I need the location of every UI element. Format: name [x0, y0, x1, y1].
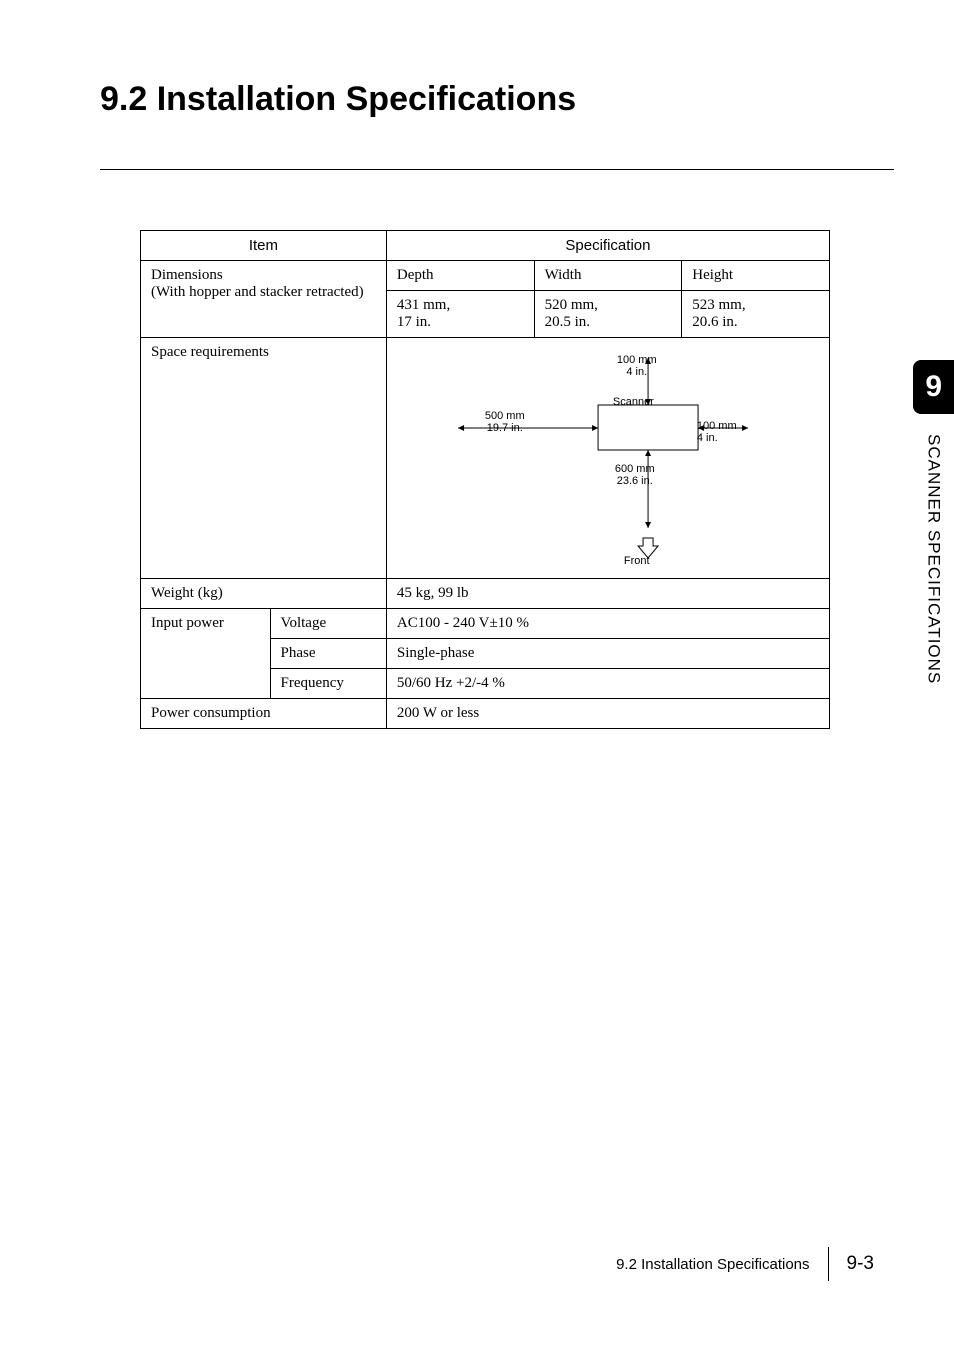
diag-front: Front	[624, 555, 650, 567]
diag-top: 100 mm 4 in.	[617, 354, 657, 378]
voltage-value: AC100 - 240 V±10 %	[386, 609, 829, 639]
phase-label: Phase	[270, 639, 386, 669]
dim-height-h: Height	[682, 261, 830, 291]
footer-separator	[828, 1247, 829, 1281]
col-item: Item	[141, 231, 387, 261]
dim-depth-h: Depth	[386, 261, 534, 291]
horizontal-rule	[100, 169, 894, 170]
dim-width: 520 mm, 20.5 in.	[534, 291, 682, 338]
diag-left: 500 mm 19.7 in.	[485, 410, 525, 434]
inputpower-label: Input power	[141, 609, 271, 699]
footer-section: 9.2 Installation Specifications	[616, 1256, 809, 1273]
chapter-tab: 9	[913, 360, 954, 414]
footer-page: 9-3	[847, 1253, 874, 1275]
col-spec: Specification	[386, 231, 829, 261]
spec-table: Item Specification Dimensions (With hopp…	[140, 230, 830, 729]
powercons-label: Power consumption	[141, 699, 387, 729]
voltage-label: Voltage	[270, 609, 386, 639]
page-footer: 9.2 Installation Specifications 9-3	[616, 1247, 874, 1281]
space-label: Space requirements	[141, 338, 387, 579]
diag-scanner: Scanner	[613, 396, 654, 408]
diag-bottom: 600 mm 23.6 in.	[615, 463, 655, 487]
section-title: 9.2 Installation Specifications	[100, 80, 894, 119]
freq-label: Frequency	[270, 669, 386, 699]
dim-height: 523 mm, 20.6 in.	[682, 291, 830, 338]
sidebar: 9 SCANNER SPECIFICATIONS	[913, 360, 954, 684]
sidebar-title: SCANNER SPECIFICATIONS	[924, 434, 944, 684]
weight-label: Weight (kg)	[141, 579, 387, 609]
diag-right: 100 mm 4 in.	[697, 420, 737, 444]
powercons-value: 200 W or less	[386, 699, 829, 729]
freq-value: 50/60 Hz +2/-4 %	[386, 669, 829, 699]
phase-value: Single-phase	[386, 639, 829, 669]
dim-sublabel: (With hopper and stacker retracted)	[151, 284, 364, 300]
weight-value: 45 kg, 99 lb	[386, 579, 829, 609]
space-diagram: 100 mm 4 in. 500 mm 19.7 in. 100 mm 4 in…	[397, 348, 819, 568]
dim-width-h: Width	[534, 261, 682, 291]
dim-depth: 431 mm, 17 in.	[386, 291, 534, 338]
dim-label: Dimensions	[151, 267, 223, 283]
